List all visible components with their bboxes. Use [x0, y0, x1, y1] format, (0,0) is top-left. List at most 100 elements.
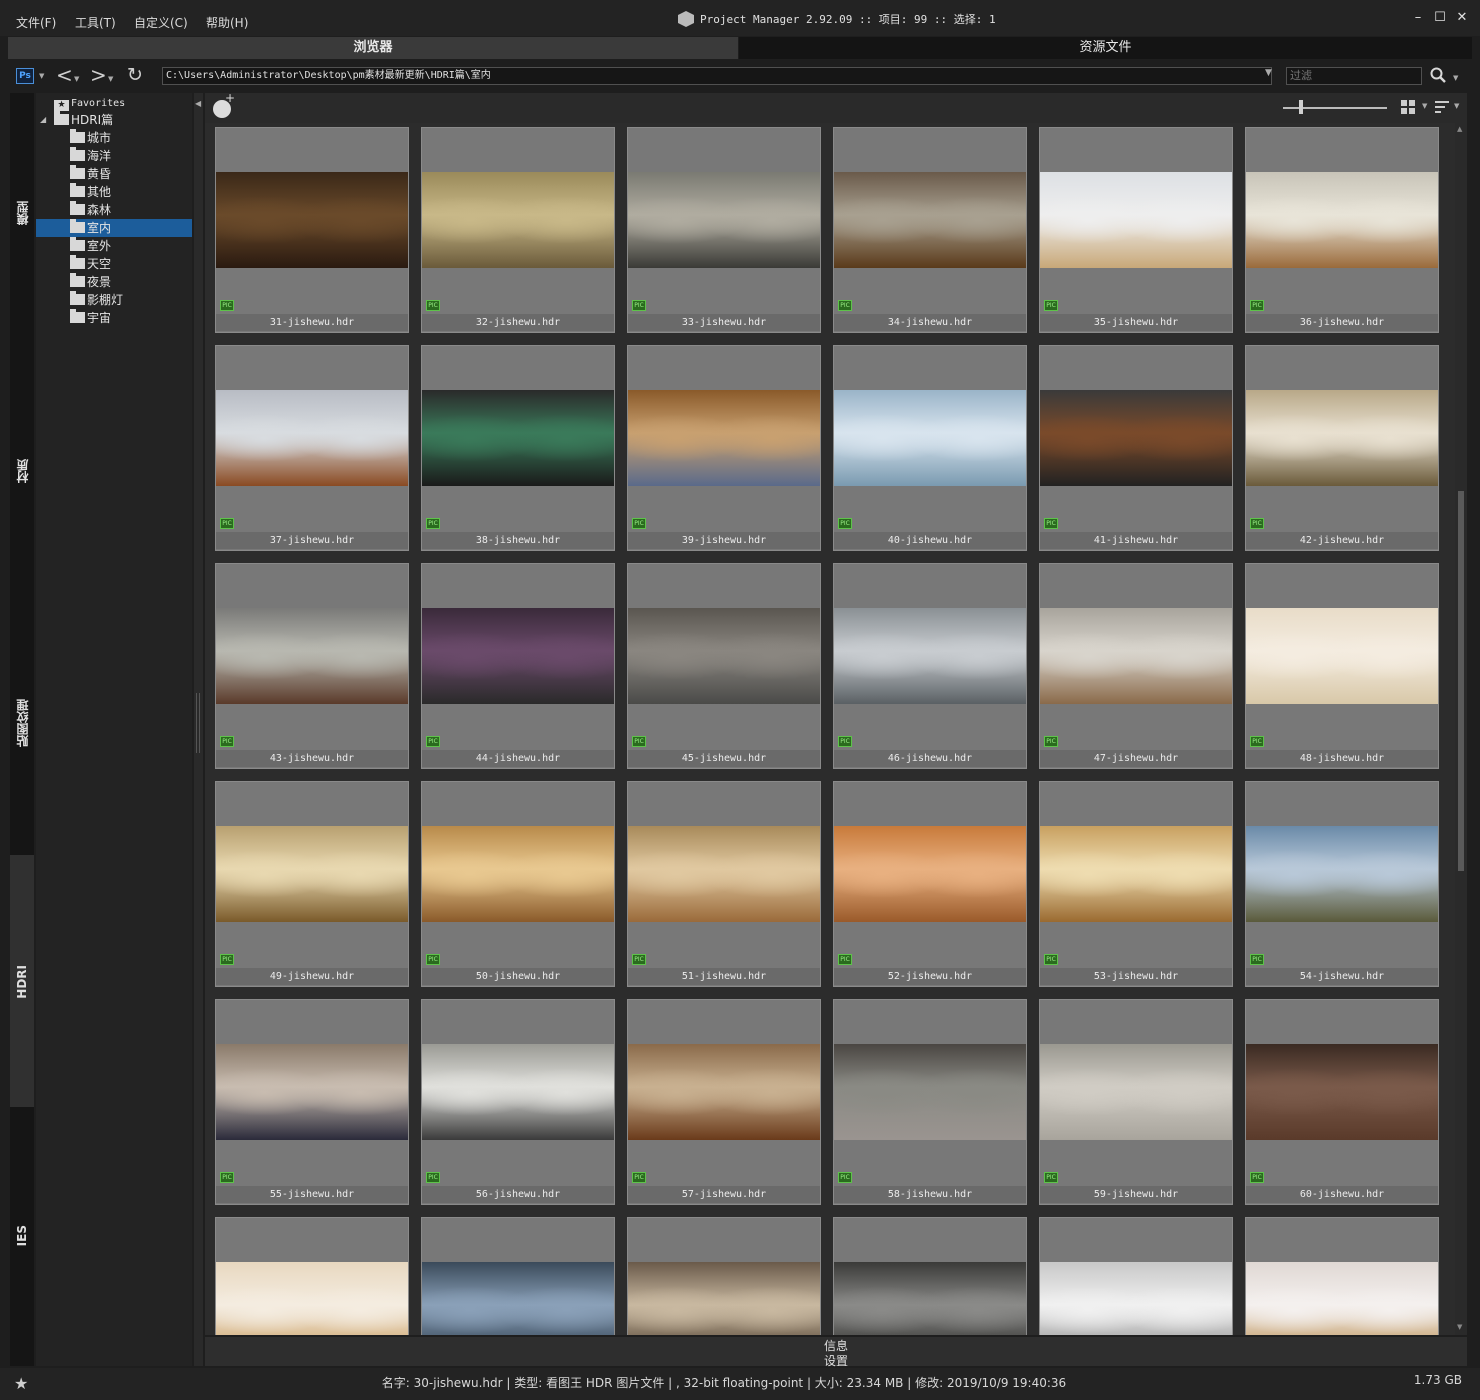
asset-card[interactable]: PIC 37-jishewu.hdr — [215, 345, 409, 551]
asset-card[interactable]: PIC 53-jishewu.hdr — [1039, 781, 1233, 987]
hdri-thumbnail[interactable] — [216, 608, 408, 704]
tree-item-folder[interactable]: 黄昏 — [70, 165, 111, 183]
hdri-thumbnail[interactable] — [216, 1044, 408, 1140]
hdri-thumbnail[interactable] — [628, 172, 820, 268]
chevron-down-icon[interactable]: ▼ — [1454, 102, 1459, 110]
asset-card[interactable]: PIC 51-jishewu.hdr — [627, 781, 821, 987]
tab-assets[interactable]: 资源文件 — [739, 37, 1472, 59]
asset-card[interactable]: PIC 45-jishewu.hdr — [627, 563, 821, 769]
tree-item-folder[interactable]: 海洋 — [70, 147, 111, 165]
asset-card[interactable]: PIC 39-jishewu.hdr — [627, 345, 821, 551]
chevron-down-icon[interactable]: ▼ — [108, 75, 113, 83]
hdri-thumbnail[interactable] — [1040, 826, 1232, 922]
asset-card[interactable]: PIC 58-jishewu.hdr — [833, 999, 1027, 1205]
scrollbar-thumb[interactable] — [1458, 491, 1464, 871]
refresh-button[interactable]: ↻ — [127, 63, 143, 87]
asset-card[interactable]: PIC 50-jishewu.hdr — [421, 781, 615, 987]
maximize-button[interactable]: ☐ — [1432, 10, 1448, 26]
asset-card[interactable]: PIC 40-jishewu.hdr — [833, 345, 1027, 551]
hdri-thumbnail[interactable] — [422, 1044, 614, 1140]
asset-card[interactable] — [833, 1217, 1027, 1335]
search-icon[interactable] — [1430, 67, 1446, 83]
asset-card[interactable]: PIC 56-jishewu.hdr — [421, 999, 615, 1205]
collapse-arrow-icon[interactable]: ◀ — [195, 99, 201, 108]
asset-card[interactable]: PIC 46-jishewu.hdr — [833, 563, 1027, 769]
slider-handle[interactable] — [1299, 100, 1303, 114]
filter-input[interactable]: 过滤 — [1286, 67, 1422, 85]
tree-item-folder[interactable]: 影棚灯 — [70, 291, 123, 309]
asset-card[interactable]: PIC 59-jishewu.hdr — [1039, 999, 1233, 1205]
asset-card[interactable] — [1039, 1217, 1233, 1335]
asset-card[interactable]: PIC 47-jishewu.hdr — [1039, 563, 1233, 769]
hdri-thumbnail[interactable] — [1040, 172, 1232, 268]
scroll-up-icon[interactable]: ▲ — [1457, 125, 1462, 133]
tree-item-folder[interactable]: 天空 — [70, 255, 111, 273]
vertical-scrollbar[interactable]: ▲ ▼ — [1455, 123, 1467, 1335]
asset-card[interactable]: PIC 41-jishewu.hdr — [1039, 345, 1233, 551]
hdri-thumbnail[interactable] — [628, 608, 820, 704]
hdri-thumbnail[interactable] — [1040, 390, 1232, 486]
hdri-thumbnail[interactable] — [422, 390, 614, 486]
asset-card[interactable]: PIC 60-jishewu.hdr — [1245, 999, 1439, 1205]
hdri-thumbnail[interactable] — [1246, 172, 1438, 268]
asset-card[interactable] — [421, 1217, 615, 1335]
menu-tools[interactable]: 工具(T) — [75, 14, 116, 31]
asset-card[interactable]: PIC 57-jishewu.hdr — [627, 999, 821, 1205]
hdri-thumbnail[interactable] — [834, 172, 1026, 268]
hdri-thumbnail[interactable] — [1246, 390, 1438, 486]
asset-card[interactable] — [1245, 1217, 1439, 1335]
sort-icon[interactable] — [1435, 101, 1449, 113]
hdri-thumbnail[interactable] — [216, 1262, 408, 1335]
hdri-thumbnail[interactable] — [1040, 1262, 1232, 1335]
hdri-thumbnail[interactable] — [834, 826, 1026, 922]
hdri-thumbnail[interactable] — [1246, 826, 1438, 922]
hdri-thumbnail[interactable] — [422, 1262, 614, 1335]
asset-card[interactable]: PIC 49-jishewu.hdr — [215, 781, 409, 987]
tree-item-folder[interactable]: 夜景 — [70, 273, 111, 291]
tab-browser[interactable]: 浏览器 — [8, 37, 738, 59]
asset-card[interactable]: PIC 52-jishewu.hdr — [833, 781, 1027, 987]
tree-item-folder[interactable]: 其他 — [70, 183, 111, 201]
asset-card[interactable]: PIC 36-jishewu.hdr — [1245, 127, 1439, 333]
hdri-thumbnail[interactable] — [834, 608, 1026, 704]
menu-file[interactable]: 文件(F) — [16, 14, 56, 31]
back-button[interactable]: < — [56, 63, 73, 87]
category-hdri[interactable]: HDRI — [10, 965, 34, 1002]
category-models[interactable]: 模型 — [10, 201, 34, 228]
hdri-thumbnail[interactable] — [628, 390, 820, 486]
hdri-thumbnail[interactable] — [216, 390, 408, 486]
hdri-thumbnail[interactable] — [1246, 1044, 1438, 1140]
chevron-down-icon[interactable]: ▼ — [1453, 74, 1458, 82]
grid-view-icon[interactable] — [1401, 100, 1415, 114]
asset-card[interactable]: PIC 43-jishewu.hdr — [215, 563, 409, 769]
hdri-thumbnail[interactable] — [216, 826, 408, 922]
chevron-down-icon[interactable]: ▼ — [39, 72, 44, 80]
close-button[interactable]: ✕ — [1454, 10, 1470, 26]
asset-card[interactable] — [627, 1217, 821, 1335]
menu-help[interactable]: 帮助(H) — [206, 14, 248, 31]
asset-card[interactable]: PIC 31-jishewu.hdr — [215, 127, 409, 333]
splitter-grip[interactable] — [196, 693, 200, 753]
tree-item-folder[interactable]: 室内 — [36, 219, 192, 237]
forward-button[interactable]: > — [90, 63, 107, 87]
asset-card[interactable]: PIC 35-jishewu.hdr — [1039, 127, 1233, 333]
tree-item-favorites[interactable]: ★ Favorites — [54, 93, 125, 111]
tree-item-folder[interactable]: 室外 — [70, 237, 111, 255]
expand-arrow-icon[interactable]: ◢ — [40, 115, 46, 124]
scroll-down-icon[interactable]: ▼ — [1457, 1323, 1462, 1331]
chevron-down-icon[interactable]: ▼ — [1422, 102, 1427, 110]
hdri-thumbnail[interactable] — [216, 172, 408, 268]
asset-card[interactable]: PIC 55-jishewu.hdr — [215, 999, 409, 1205]
asset-card[interactable]: PIC 44-jishewu.hdr — [421, 563, 615, 769]
category-ies[interactable]: IES — [10, 1225, 34, 1249]
minimize-button[interactable]: – — [1410, 10, 1426, 26]
tree-item-root[interactable]: HDRI篇 — [54, 111, 113, 129]
hdri-thumbnail[interactable] — [422, 172, 614, 268]
path-dropdown-icon[interactable]: ▼ — [1265, 68, 1272, 78]
menu-customize[interactable]: 自定义(C) — [134, 14, 188, 31]
hdri-thumbnail[interactable] — [628, 1044, 820, 1140]
hdri-thumbnail[interactable] — [1246, 1262, 1438, 1335]
add-asset-icon[interactable] — [213, 91, 235, 118]
settings-tab[interactable]: 设置 — [205, 1352, 1467, 1369]
tree-item-folder[interactable]: 森林 — [70, 201, 111, 219]
